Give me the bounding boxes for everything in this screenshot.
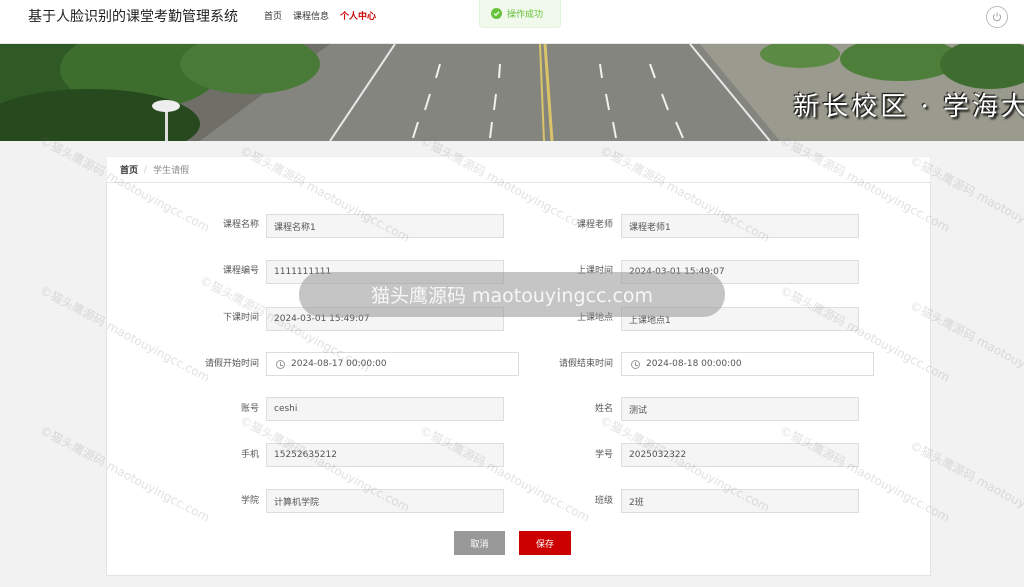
class-start-field[interactable]: 2024-03-01 15:49:07 bbox=[621, 260, 859, 284]
course-code-label: 课程编号 bbox=[222, 266, 259, 276]
phone-label: 手机 bbox=[240, 450, 259, 460]
leave-end-label: 请假结束时间 bbox=[558, 359, 613, 369]
check-circle-icon bbox=[491, 8, 502, 19]
nav-item-home[interactable]: 首页 bbox=[264, 10, 282, 24]
student-id-field[interactable]: 2025032322 bbox=[621, 443, 859, 467]
toast-message: 操作成功 bbox=[507, 10, 544, 20]
class-label: 班级 bbox=[594, 496, 613, 506]
class-start-label: 上课时间 bbox=[576, 266, 613, 276]
phone-field[interactable]: 15252635212 bbox=[266, 443, 504, 467]
campus-banner: 新长校区 · 学海大 bbox=[0, 44, 1024, 141]
name-label: 姓名 bbox=[594, 404, 613, 414]
leave-form-panel bbox=[106, 182, 931, 576]
system-title: 基于人脸识别的课堂考勤管理系统 bbox=[28, 9, 238, 25]
college-label: 学院 bbox=[240, 496, 259, 506]
course-name-field[interactable]: 课程名称1 bbox=[266, 214, 504, 238]
leave-end-value: 2024-08-18 00:00:00 bbox=[646, 359, 742, 369]
location-field[interactable]: 上课地点1 bbox=[621, 307, 859, 331]
breadcrumb-home[interactable]: 首页 bbox=[120, 163, 138, 176]
breadcrumb: 首页 / 学生请假 bbox=[106, 156, 931, 182]
breadcrumb-current: 学生请假 bbox=[153, 166, 190, 176]
nav-item-personal-center[interactable]: 个人中心 bbox=[340, 10, 376, 24]
name-field[interactable]: 测试 bbox=[621, 397, 859, 421]
logout-button[interactable] bbox=[986, 6, 1008, 28]
class-end-field[interactable]: 2024-03-01 15:49:07 bbox=[266, 307, 504, 331]
breadcrumb-separator: / bbox=[144, 164, 148, 175]
nav-item-course-info[interactable]: 课程信息 bbox=[293, 10, 329, 24]
leave-end-picker[interactable]: 2024-08-18 00:00:00 bbox=[621, 352, 874, 376]
student-id-label: 学号 bbox=[594, 450, 613, 460]
banner-caption: 新长校区 · 学海大 bbox=[793, 92, 1024, 122]
success-toast: 操作成功 bbox=[479, 0, 561, 28]
cancel-button[interactable]: 取消 bbox=[454, 531, 505, 555]
class-end-label: 下课时间 bbox=[222, 313, 259, 323]
clock-icon bbox=[631, 359, 640, 369]
save-button[interactable]: 保存 bbox=[519, 531, 571, 555]
class-field[interactable]: 2班 bbox=[621, 489, 859, 513]
college-field[interactable]: 计算机学院 bbox=[266, 489, 504, 513]
main-nav: 首页 课程信息 个人中心 bbox=[264, 10, 376, 24]
leave-start-label: 请假开始时间 bbox=[204, 359, 259, 369]
location-label: 上课地点 bbox=[576, 313, 613, 323]
leave-start-value: 2024-08-17 00:00:00 bbox=[291, 359, 387, 369]
power-icon bbox=[992, 12, 1002, 22]
course-code-field[interactable]: 1111111111 bbox=[266, 260, 504, 284]
account-label: 账号 bbox=[240, 404, 259, 414]
teacher-field[interactable]: 课程老师1 bbox=[621, 214, 859, 238]
clock-icon bbox=[276, 359, 285, 369]
teacher-label: 课程老师 bbox=[576, 220, 613, 230]
account-field[interactable]: ceshi bbox=[266, 397, 504, 421]
course-name-label: 课程名称 bbox=[222, 220, 259, 230]
leave-start-picker[interactable]: 2024-08-17 00:00:00 bbox=[266, 352, 519, 376]
